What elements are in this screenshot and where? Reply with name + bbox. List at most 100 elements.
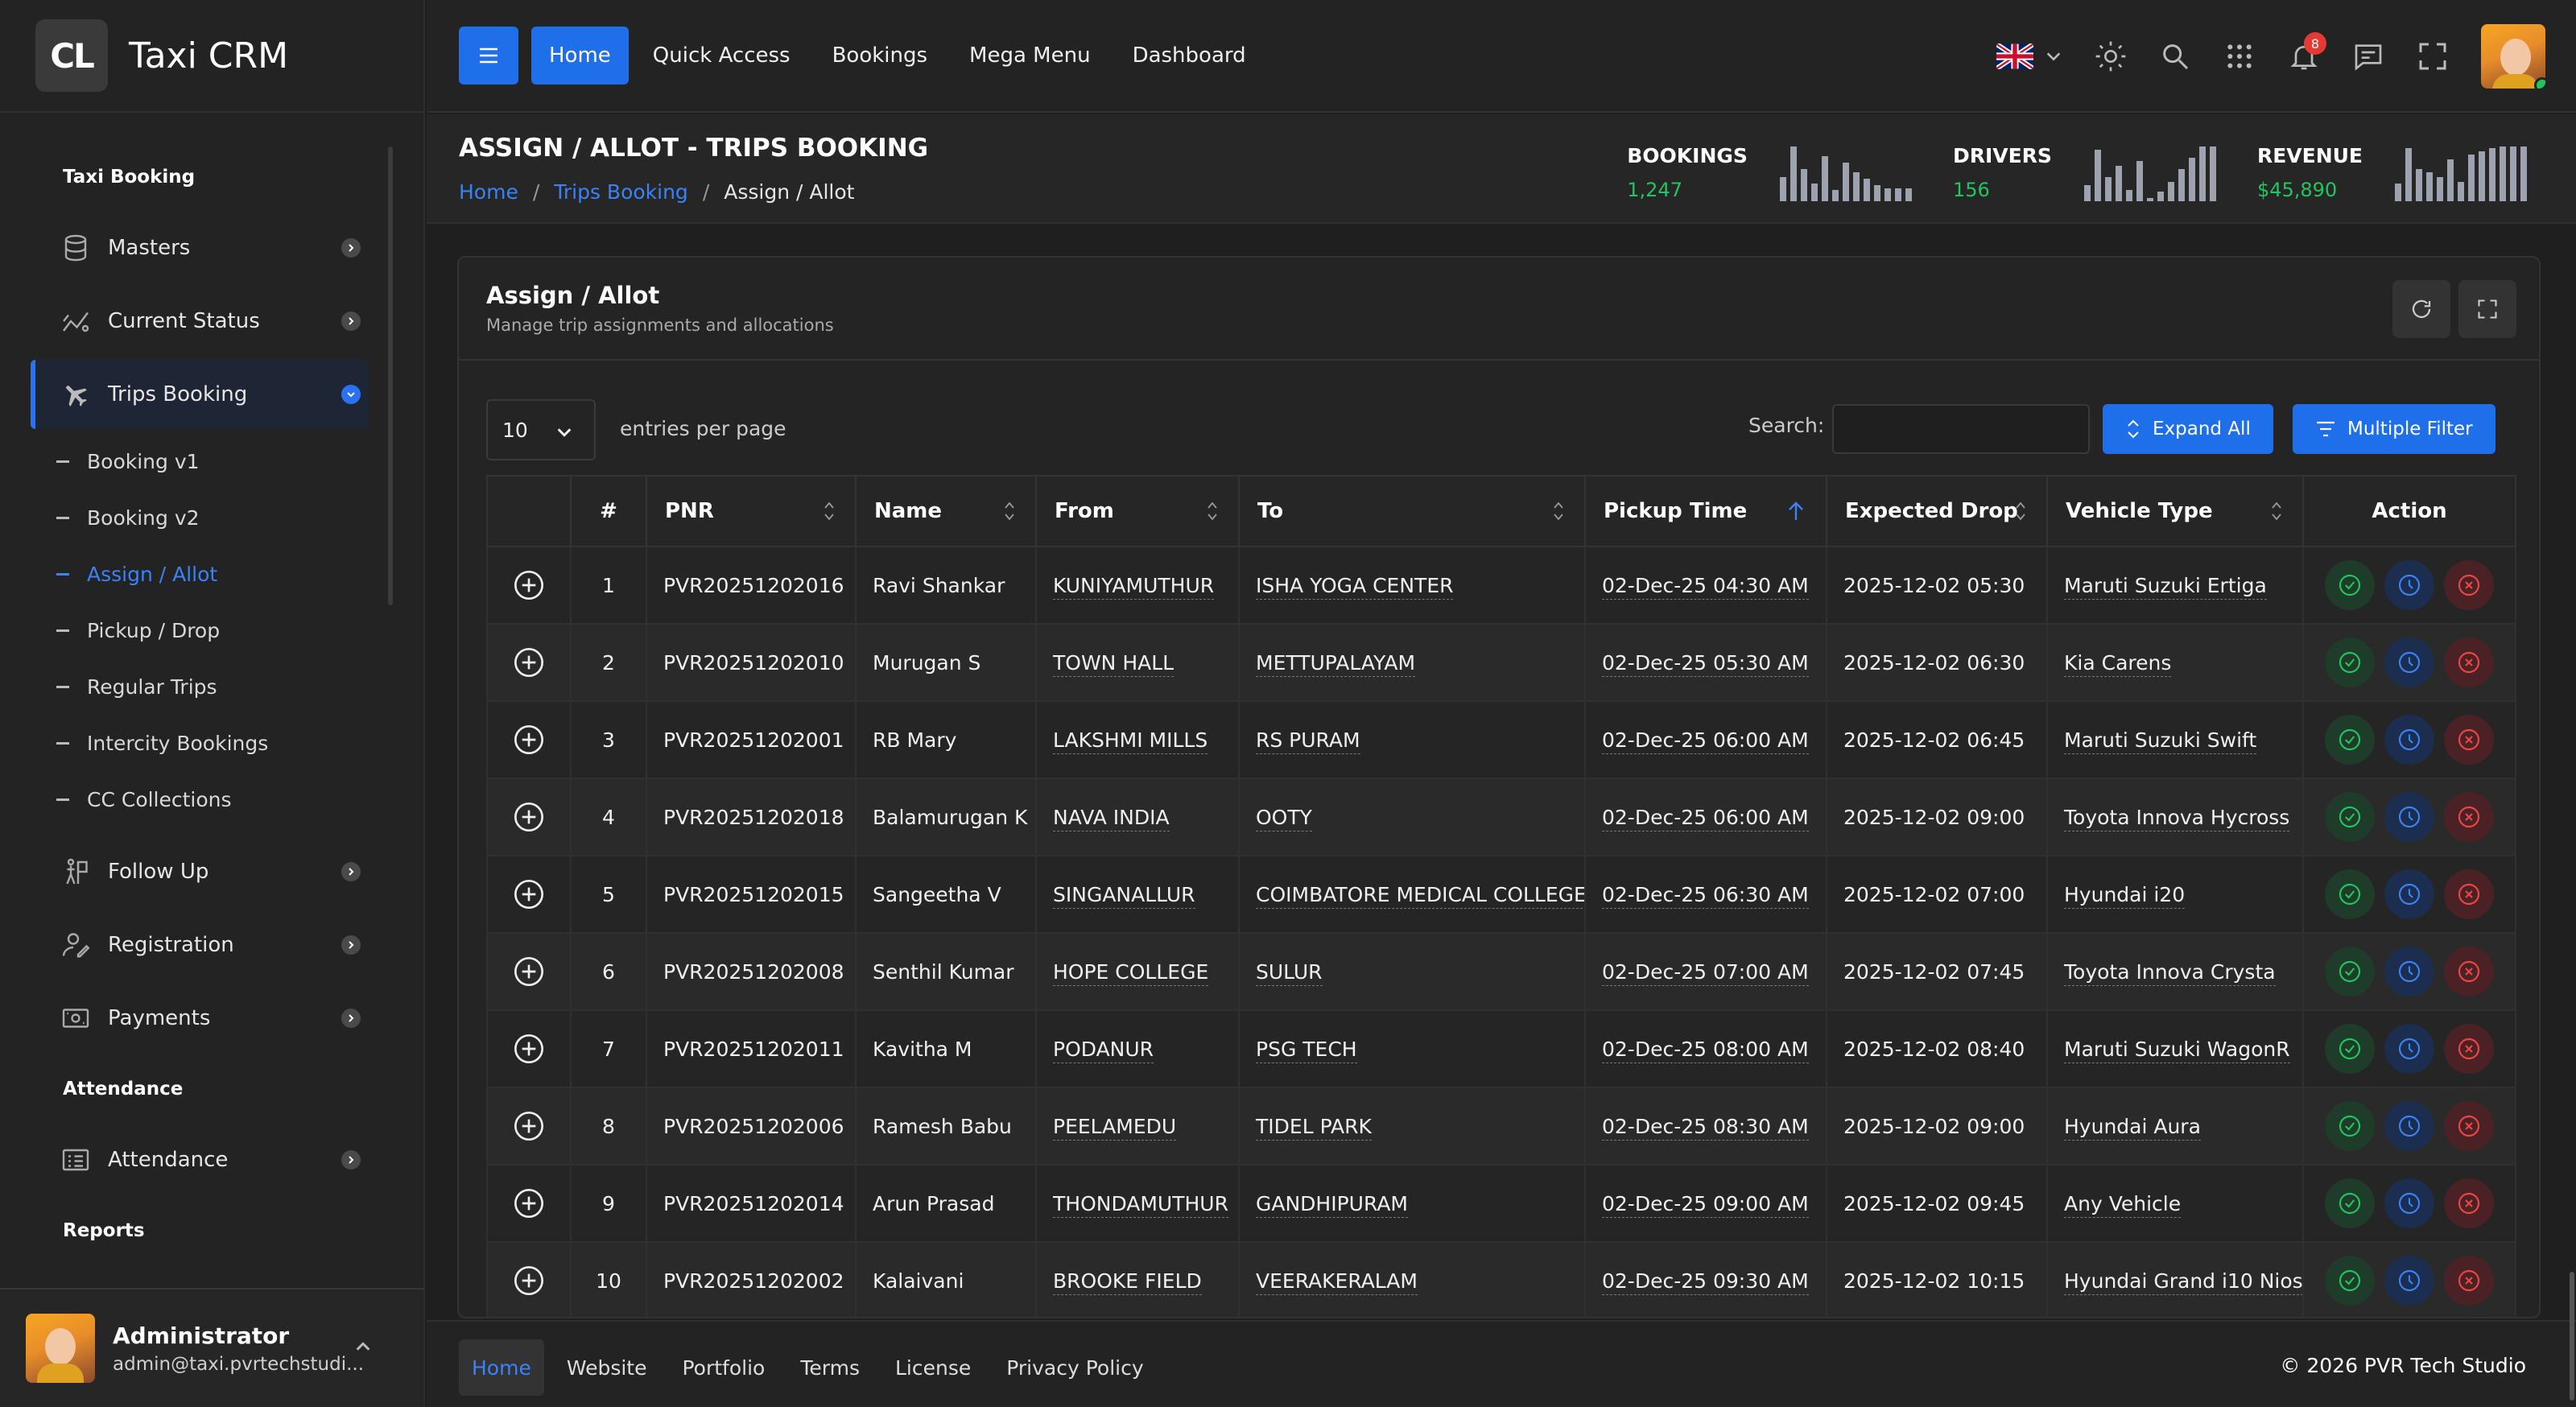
- apps-grid-icon[interactable]: [2223, 40, 2256, 72]
- cancel-button[interactable]: [2444, 1101, 2494, 1151]
- expand-row-icon[interactable]: [513, 878, 545, 910]
- schedule-button[interactable]: [2384, 1256, 2434, 1306]
- clock-icon: [2398, 574, 2421, 596]
- footer-link-website[interactable]: Website: [554, 1339, 660, 1396]
- fullscreen-icon[interactable]: [2417, 40, 2449, 72]
- multiple-filter-button[interactable]: Multiple Filter: [2293, 404, 2496, 454]
- cancel-button[interactable]: [2444, 1024, 2494, 1074]
- expand-row-icon[interactable]: [513, 569, 545, 601]
- entries-per-page-select[interactable]: 10: [486, 399, 596, 460]
- approve-button[interactable]: [2325, 715, 2375, 765]
- footer-link-home[interactable]: Home: [459, 1339, 544, 1396]
- sidebar-subitem-cc-collections[interactable]: CC Collections: [0, 771, 391, 827]
- col-header-expected-drop[interactable]: Expected Drop: [1826, 475, 2048, 547]
- action-group: [2305, 1101, 2514, 1151]
- expand-row-icon[interactable]: [513, 955, 545, 988]
- expand-all-button[interactable]: Expand All: [2103, 404, 2273, 454]
- top-avatar[interactable]: [2481, 24, 2545, 89]
- menu-toggle-button[interactable]: [459, 27, 518, 85]
- expand-row-icon[interactable]: [513, 801, 545, 833]
- schedule-button[interactable]: [2384, 715, 2434, 765]
- col-header-from[interactable]: From: [1035, 475, 1240, 547]
- sidebar-item-follow-up[interactable]: Follow Up: [0, 837, 391, 906]
- notifications-button[interactable]: 8: [2288, 32, 2326, 72]
- col-header-name[interactable]: Name: [855, 475, 1037, 547]
- cancel-button[interactable]: [2444, 1256, 2494, 1306]
- top-nav-dashboard[interactable]: Dashboard: [1115, 27, 1264, 85]
- col-header-index[interactable]: #: [570, 475, 647, 547]
- sidebar-item-trips-booking[interactable]: Trips Booking: [31, 360, 369, 429]
- footer-link-privacy-policy[interactable]: Privacy Policy: [993, 1339, 1156, 1396]
- approve-button[interactable]: [2325, 792, 2375, 842]
- expand-row-icon[interactable]: [513, 1187, 545, 1219]
- search-input[interactable]: [1832, 404, 2090, 454]
- cancel-button[interactable]: [2444, 792, 2494, 842]
- cancel-button[interactable]: [2444, 560, 2494, 610]
- check-circle-icon: [2339, 728, 2361, 751]
- approve-button[interactable]: [2325, 1101, 2375, 1151]
- approve-button[interactable]: [2325, 637, 2375, 687]
- col-header-pnr[interactable]: PNR: [646, 475, 857, 547]
- sidebar-user-panel[interactable]: Administrator admin@taxi.pvrtechstudi...: [0, 1288, 423, 1407]
- cancel-button[interactable]: [2444, 715, 2494, 765]
- approve-button[interactable]: [2325, 869, 2375, 919]
- sidebar-subitem-intercity-bookings[interactable]: Intercity Bookings: [0, 715, 391, 771]
- cancel-button[interactable]: [2444, 1178, 2494, 1228]
- schedule-button[interactable]: [2384, 1101, 2434, 1151]
- sidebar-item-registration[interactable]: Registration: [0, 910, 391, 980]
- expand-row-icon[interactable]: [513, 1265, 545, 1297]
- approve-button[interactable]: [2325, 560, 2375, 610]
- col-header-vehicle-type[interactable]: Vehicle Type: [2046, 475, 2304, 547]
- sidebar-item-attendance[interactable]: Attendance: [0, 1125, 391, 1195]
- expand-row-icon[interactable]: [513, 1033, 545, 1065]
- top-nav-home[interactable]: Home: [531, 27, 629, 85]
- approve-button[interactable]: [2325, 1024, 2375, 1074]
- breadcrumb-trips-booking[interactable]: Trips Booking: [554, 180, 688, 204]
- top-nav-mega-menu[interactable]: Mega Menu: [952, 27, 1108, 85]
- chat-icon[interactable]: [2352, 40, 2384, 72]
- search-icon[interactable]: [2159, 40, 2191, 72]
- sun-icon[interactable]: [2095, 40, 2127, 72]
- page-scrollbar[interactable]: [2570, 1272, 2574, 1401]
- schedule-button[interactable]: [2384, 947, 2434, 996]
- top-nav-bookings[interactable]: Bookings: [815, 27, 945, 85]
- expand-row-icon[interactable]: [513, 1110, 545, 1142]
- schedule-button[interactable]: [2384, 1024, 2434, 1074]
- language-selector[interactable]: [1996, 43, 2062, 69]
- approve-button[interactable]: [2325, 1256, 2375, 1306]
- approve-button[interactable]: [2325, 947, 2375, 996]
- sidebar-subitem-assign-allot[interactable]: Assign / Allot: [0, 546, 391, 602]
- card-fullscreen-button[interactable]: [2458, 280, 2516, 338]
- cancel-button[interactable]: [2444, 947, 2494, 996]
- expand-row-icon[interactable]: [513, 724, 545, 756]
- page-title: ASSIGN / ALLOT - TRIPS BOOKING: [459, 134, 929, 163]
- schedule-button[interactable]: [2384, 560, 2434, 610]
- breadcrumb-home[interactable]: Home: [459, 180, 518, 204]
- top-nav-quick-access[interactable]: Quick Access: [635, 27, 808, 85]
- schedule-button[interactable]: [2384, 792, 2434, 842]
- footer-link-license[interactable]: License: [882, 1339, 984, 1396]
- sidebar-item-masters[interactable]: Masters: [0, 213, 391, 283]
- sidebar-subitem-regular-trips[interactable]: Regular Trips: [0, 658, 391, 715]
- expand-row-icon[interactable]: [513, 646, 545, 679]
- footer-link-terms[interactable]: Terms: [787, 1339, 873, 1396]
- sidebar-subitem-booking-v2[interactable]: Booking v2: [0, 489, 391, 546]
- sidebar-scrollbar[interactable]: [388, 146, 393, 605]
- sidebar-item-payments[interactable]: Payments: [0, 984, 391, 1053]
- footer-link-portfolio[interactable]: Portfolio: [670, 1339, 778, 1396]
- cancel-button[interactable]: [2444, 637, 2494, 687]
- refresh-button[interactable]: [2392, 280, 2450, 338]
- approve-button[interactable]: [2325, 1178, 2375, 1228]
- cancel-button[interactable]: [2444, 869, 2494, 919]
- schedule-button[interactable]: [2384, 1178, 2434, 1228]
- schedule-button[interactable]: [2384, 637, 2434, 687]
- col-header-pickup-time[interactable]: Pickup Time: [1584, 475, 1827, 547]
- sidebar-item-current-status[interactable]: Current Status: [0, 287, 391, 356]
- schedule-button[interactable]: [2384, 869, 2434, 919]
- cell-pickup-time-text: 02-Dec-25 06:30 AM: [1602, 882, 1809, 909]
- brand[interactable]: CL Taxi CRM: [0, 0, 423, 113]
- col-header-to[interactable]: To: [1238, 475, 1586, 547]
- sidebar-subitem-booking-v1[interactable]: Booking v1: [0, 433, 391, 489]
- sidebar-subitem-pickup-drop[interactable]: Pickup / Drop: [0, 602, 391, 658]
- user-name: Administrator: [113, 1322, 290, 1349]
